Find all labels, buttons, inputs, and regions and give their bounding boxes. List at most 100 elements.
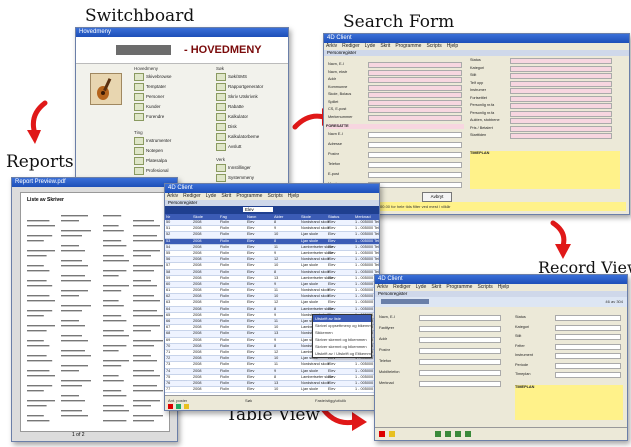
field-input[interactable]	[419, 315, 501, 321]
menu-item[interactable]: Scripts	[267, 193, 282, 199]
field-input[interactable]	[510, 103, 612, 109]
menu-item[interactable]: Hjelp	[498, 284, 509, 290]
field-input[interactable]	[510, 118, 612, 124]
field-input[interactable]	[368, 142, 462, 148]
popup-menu-item[interactable]: Utskrift av / Utskrift og Etikemmen	[313, 350, 371, 357]
field-input[interactable]	[510, 58, 612, 64]
switchboard-button[interactable]: Avslutt	[216, 143, 264, 151]
menu-item[interactable]: Lyde	[365, 43, 376, 49]
menu-item[interactable]: Arkiv	[167, 193, 178, 199]
menu-item[interactable]: Rediger	[183, 193, 201, 199]
menu-item[interactable]: Programme	[446, 284, 472, 290]
field-input[interactable]	[368, 107, 462, 113]
switchboard-button[interactable]: Temptater	[134, 83, 182, 91]
switchboard-button[interactable]: Rapportgenerator	[216, 83, 264, 91]
field-input[interactable]	[555, 315, 621, 321]
delete-record-icon[interactable]	[379, 431, 385, 437]
field-input[interactable]	[510, 95, 612, 102]
switchboard-button[interactable]: Innstillinger	[216, 164, 264, 172]
switchboard-button[interactable]: Kalkulator	[216, 113, 264, 121]
field-input[interactable]	[510, 88, 612, 94]
field-input[interactable]	[419, 370, 501, 376]
switchboard-button[interactable]: Instrumenter	[134, 137, 182, 145]
field-input[interactable]	[368, 132, 462, 138]
field-input[interactable]	[368, 114, 462, 121]
switchboard-button[interactable]: Personer	[134, 93, 182, 101]
menu-item[interactable]: Scripts	[426, 43, 441, 49]
switchboard-button[interactable]: Systemmeny	[216, 174, 264, 182]
switchboard-button[interactable]: Kalkulatorbeme	[216, 133, 264, 141]
field-input[interactable]	[555, 343, 621, 350]
report-text-line	[103, 375, 119, 377]
switchboard-button[interactable]: Skivebrowse	[134, 73, 182, 81]
field-input[interactable]	[419, 359, 501, 365]
switchboard-button[interactable]: Notepen	[134, 147, 182, 155]
field-label: Felter	[515, 343, 525, 348]
menu-item[interactable]: Hjelp	[288, 193, 299, 199]
field-input[interactable]	[419, 326, 501, 332]
field-input[interactable]	[368, 92, 462, 98]
popup-menu-item[interactable]: Skriver skemnt og bikemmen	[313, 336, 371, 343]
field-input[interactable]	[510, 65, 612, 72]
popup-menu-item[interactable]: Skriver skemnt og bikemmen	[313, 343, 371, 350]
menu-item[interactable]: Skrit	[431, 284, 441, 290]
report-pager[interactable]: 1 of 2	[72, 432, 85, 438]
field-input[interactable]	[510, 80, 612, 87]
field-input[interactable]	[555, 353, 621, 359]
menu-item[interactable]: Lyde	[416, 284, 427, 290]
filter-select[interactable]: Elev	[243, 207, 273, 212]
field-input[interactable]	[368, 62, 462, 68]
table-row[interactable]: 77 2008 Fiolin Elev 10 Ljan skole Elev 1 - 0050…	[165, 387, 379, 394]
print-record-icon[interactable]	[389, 431, 395, 437]
first-record-icon[interactable]	[435, 431, 441, 437]
field-input[interactable]	[419, 337, 501, 343]
menu-item[interactable]: Lyde	[206, 193, 217, 199]
popup-menu-item[interactable]: Utskrift av liste	[313, 315, 371, 322]
popup-menu-item[interactable]: Sikkemen	[313, 329, 371, 336]
menu-item[interactable]: Arkiv	[326, 43, 337, 49]
switchboard-button[interactable]: Søk/SMS	[216, 73, 264, 81]
switchboard-button[interactable]: Rabatte	[216, 103, 264, 111]
field-input[interactable]	[555, 334, 621, 340]
menu-item[interactable]: Programme	[236, 193, 262, 199]
switchboard-button[interactable]: Disk	[216, 123, 264, 131]
menu-item[interactable]: Hjelp	[447, 43, 458, 49]
field-input[interactable]	[555, 324, 621, 331]
field-input[interactable]	[510, 133, 612, 139]
popup-menu-item[interactable]: Skrivel oppsettmeny og bikemme	[313, 322, 371, 329]
switchboard-button[interactable]: Forendre	[134, 113, 182, 121]
next-record-icon[interactable]	[455, 431, 461, 437]
field-input[interactable]	[419, 348, 501, 354]
field-input[interactable]	[510, 110, 612, 117]
menu-item[interactable]: Rediger	[342, 43, 360, 49]
field-input[interactable]	[368, 84, 462, 91]
field-input[interactable]	[555, 372, 621, 378]
field-input[interactable]	[368, 152, 462, 158]
switchboard-button[interactable]: Skriv Utskrivnk	[216, 93, 264, 101]
menu-item[interactable]: Arkiv	[377, 284, 388, 290]
add-icon[interactable]	[176, 404, 181, 409]
switchboard-button[interactable]: Kunder	[134, 103, 182, 111]
menu-item[interactable]: Skrit	[221, 193, 231, 199]
field-input[interactable]	[368, 77, 462, 83]
switchboard-button[interactable]: Platesalpa	[134, 157, 182, 165]
menu-item[interactable]: Scripts	[477, 284, 492, 290]
field-input[interactable]	[368, 69, 462, 76]
menu-item[interactable]: Rediger	[393, 284, 411, 290]
field-input[interactable]	[368, 172, 462, 178]
cancel-search-button[interactable]: Avbryt	[422, 192, 452, 202]
delete-icon[interactable]	[168, 404, 173, 409]
menu-item[interactable]: Skrit	[380, 43, 390, 49]
field-input[interactable]	[419, 381, 501, 387]
last-record-icon[interactable]	[465, 431, 471, 437]
field-input[interactable]	[555, 362, 621, 369]
field-input[interactable]	[510, 125, 612, 132]
switchboard-button[interactable]: Profesional	[134, 167, 182, 175]
field-input[interactable]	[368, 162, 462, 168]
previous-record-icon[interactable]	[445, 431, 451, 437]
field-input[interactable]	[368, 99, 462, 106]
field-input[interactable]	[368, 182, 462, 188]
field-input[interactable]	[510, 73, 612, 79]
menu-item[interactable]: Programme	[395, 43, 421, 49]
print-icon[interactable]	[184, 404, 189, 409]
